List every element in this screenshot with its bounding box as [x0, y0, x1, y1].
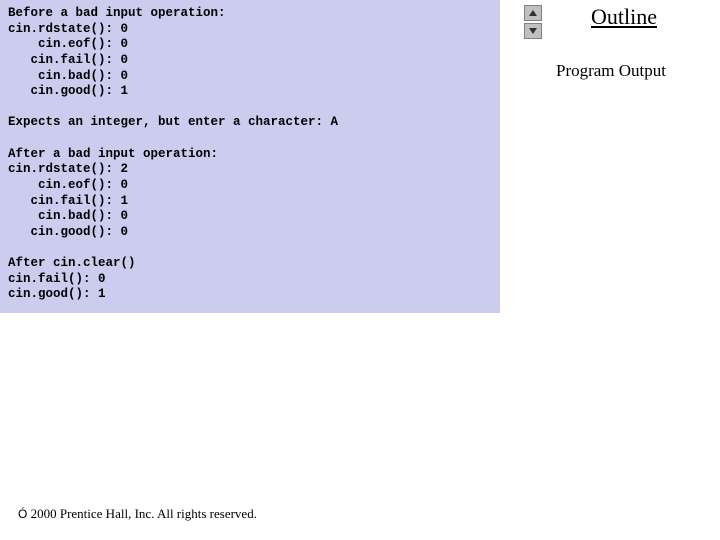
footer-copyright: Ó 2000 Prentice Hall, Inc. All rights re… — [18, 506, 257, 522]
block2-line: cin.eof(): 0 — [8, 178, 128, 192]
outline-title[interactable]: Outline — [548, 4, 720, 30]
block1-line: cin.good(): 1 — [8, 84, 128, 98]
outline-prev-button[interactable] — [524, 5, 542, 21]
block1-line: cin.rdstate(): 0 — [8, 22, 128, 36]
block3-line: cin.good(): 1 — [8, 287, 106, 301]
block1-line: cin.fail(): 0 — [8, 53, 128, 67]
code-block: Before a bad input operation: cin.rdstat… — [8, 6, 492, 303]
block3-line: cin.fail(): 0 — [8, 272, 106, 286]
triangle-down-icon — [528, 27, 538, 35]
block1-line: cin.bad(): 0 — [8, 69, 128, 83]
footer-text: 2000 Prentice Hall, Inc. All rights rese… — [31, 506, 257, 521]
sidebar: Outline Program Output — [520, 0, 720, 81]
block2-line: cin.rdstate(): 2 — [8, 162, 128, 176]
block2-line: cin.bad(): 0 — [8, 209, 128, 223]
outline-nav-buttons — [524, 5, 542, 39]
block3-header: After cin.clear() — [8, 256, 136, 270]
program-output-panel: Before a bad input operation: cin.rdstat… — [0, 0, 500, 313]
outline-next-button[interactable] — [524, 23, 542, 39]
block2-line: cin.fail(): 1 — [8, 194, 128, 208]
section-label: Program Output — [520, 61, 720, 81]
prompt-line: Expects an integer, but enter a characte… — [8, 115, 338, 129]
triangle-up-icon — [528, 9, 538, 17]
block1-line: cin.eof(): 0 — [8, 37, 128, 51]
block2-header: After a bad input operation: — [8, 147, 218, 161]
copyright-icon: Ó — [18, 507, 27, 521]
block1-header: Before a bad input operation: — [8, 6, 226, 20]
block2-line: cin.good(): 0 — [8, 225, 128, 239]
